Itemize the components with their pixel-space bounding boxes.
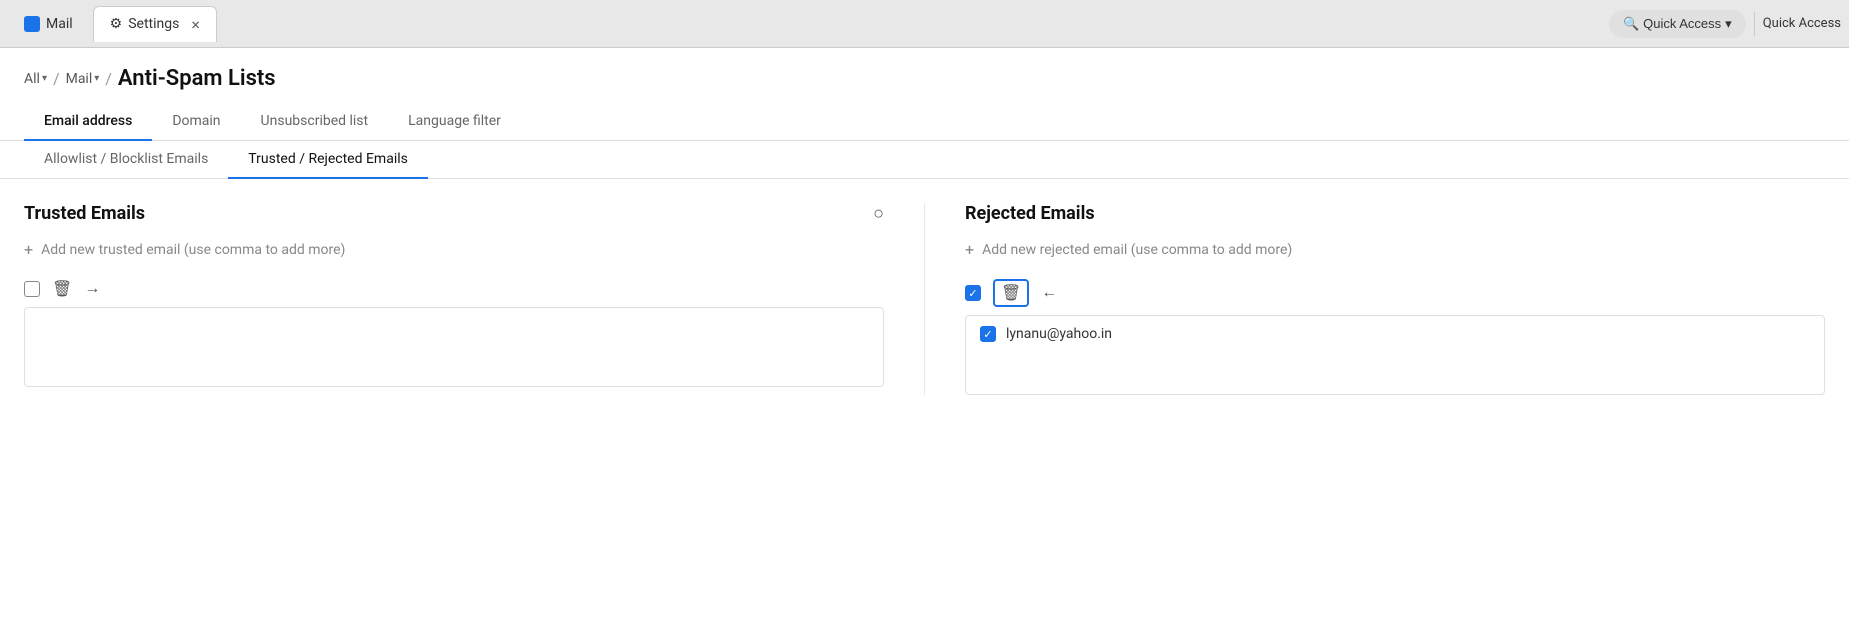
primary-tabs: Email address Domain Unsubscribed list L… (0, 103, 1849, 141)
chevron-down-icon: ▾ (94, 73, 99, 84)
tab-language[interactable]: Language filter (388, 103, 521, 141)
add-rejected-placeholder: Add new rejected email (use comma to add… (982, 242, 1292, 258)
quick-access-label-2[interactable]: Quick Access (1763, 16, 1841, 31)
trusted-select-all-checkbox[interactable] (24, 281, 40, 297)
list-item[interactable]: lynanu@yahoo.in (966, 316, 1824, 352)
chevron-down-icon: ▾ (1725, 16, 1732, 32)
rejected-emails-column: Rejected Emails + Add new rejected email… (924, 203, 1825, 395)
rejected-email-list: lynanu@yahoo.in (965, 315, 1825, 395)
breadcrumb-sep-2: / (105, 69, 112, 88)
breadcrumb-mail[interactable]: Mail ▾ (66, 71, 100, 87)
quick-access-label-1: Quick Access (1643, 16, 1721, 31)
rejected-arrow-left-button[interactable]: ← (1041, 284, 1057, 302)
gear-icon: ⚙ (110, 16, 123, 32)
rejected-email-address: lynanu@yahoo.in (1006, 326, 1112, 342)
trusted-arrow-right-button[interactable]: → (84, 280, 100, 298)
trusted-search-button[interactable]: ○ (873, 203, 884, 224)
rejected-toolbar: 🗑 ← (965, 279, 1825, 307)
chevron-down-icon: ▾ (42, 73, 47, 84)
search-icon: 🔍 (1623, 16, 1639, 32)
rejected-emails-title: Rejected Emails (965, 203, 1095, 224)
quick-access-button[interactable]: 🔍 Quick Access ▾ (1609, 10, 1746, 38)
add-icon: + (24, 240, 33, 259)
secondary-tabs: Allowlist / Blocklist Emails Trusted / R… (0, 141, 1849, 179)
tab-bar-left: Mail ⚙ Settings × (8, 6, 217, 42)
tab-email-address[interactable]: Email address (24, 103, 152, 141)
rejected-select-all-checkbox[interactable] (965, 285, 981, 301)
tab-trusted-rejected[interactable]: Trusted / Rejected Emails (228, 141, 428, 179)
add-trusted-placeholder: Add new trusted email (use comma to add … (41, 242, 345, 258)
tab-allowlist[interactable]: Allowlist / Blocklist Emails (24, 141, 228, 179)
tab-mail[interactable]: Mail (8, 8, 89, 40)
tab-domain[interactable]: Domain (152, 103, 240, 141)
page-title: Anti-Spam Lists (118, 66, 276, 91)
tab-bar: Mail ⚙ Settings × 🔍 Quick Access ▾ Quick… (0, 0, 1849, 48)
main-content: All ▾ / Mail ▾ / Anti-Spam Lists Email a… (0, 48, 1849, 636)
rejected-emails-header: Rejected Emails (965, 203, 1825, 224)
tab-unsubscribed[interactable]: Unsubscribed list (241, 103, 389, 141)
add-trusted-email-row[interactable]: + Add new trusted email (use comma to ad… (24, 240, 884, 259)
mail-tab-label: Mail (46, 16, 73, 32)
trusted-email-list (24, 307, 884, 387)
add-icon: + (965, 240, 974, 259)
trusted-emails-title: Trusted Emails (24, 203, 145, 224)
trusted-toolbar: 🗑 → (24, 279, 884, 299)
settings-tab-label: Settings (128, 16, 179, 32)
mail-icon (24, 16, 40, 32)
trusted-delete-button[interactable]: 🗑 (52, 279, 72, 299)
tab-settings[interactable]: ⚙ Settings × (93, 6, 217, 42)
breadcrumb-sep-1: / (53, 69, 60, 88)
columns: Trusted Emails ○ + Add new trusted email… (0, 179, 1849, 395)
add-rejected-email-row[interactable]: + Add new rejected email (use comma to a… (965, 240, 1825, 259)
breadcrumb: All ▾ / Mail ▾ / Anti-Spam Lists (0, 48, 1849, 103)
rejected-item-checkbox[interactable] (980, 326, 996, 342)
trusted-emails-column: Trusted Emails ○ + Add new trusted email… (24, 203, 924, 395)
rejected-delete-button[interactable]: 🗑 (993, 279, 1029, 307)
close-tab-button[interactable]: × (191, 15, 200, 34)
divider (1754, 12, 1755, 36)
tab-bar-right: 🔍 Quick Access ▾ Quick Access (1609, 10, 1841, 38)
trusted-emails-header: Trusted Emails ○ (24, 203, 884, 224)
breadcrumb-all[interactable]: All ▾ (24, 71, 47, 87)
